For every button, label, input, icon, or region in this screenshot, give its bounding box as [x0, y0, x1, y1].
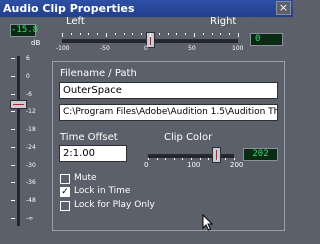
pan-tick-mark [62, 33, 63, 37]
pan-tick-mark [88, 33, 90, 35]
clip-color-tick-mark [208, 158, 210, 160]
pan-tick-mark [220, 33, 222, 35]
clip-color-tick-mark [173, 158, 175, 160]
pan-tick-label: -100 [56, 45, 70, 52]
pan-tick-mark [176, 33, 178, 35]
pan-tick-mark [70, 33, 72, 35]
filename-path-field[interactable]: C:\Program Files\Adobe\Audition 1.5\Audi… [59, 104, 278, 121]
pan-tick-mark [114, 33, 116, 35]
pan-tick-mark [167, 33, 169, 35]
volume-tick-mark [11, 182, 15, 184]
pan-right-label: Right [210, 16, 237, 27]
pan-tick-mark [202, 33, 204, 35]
pan-tick-label: -50 [100, 45, 110, 52]
pan-tick-mark [194, 33, 195, 37]
volume-tick-mark [11, 93, 15, 95]
volume-tick-label: -6 [26, 90, 32, 98]
volume-tick-label: -12 [26, 108, 36, 116]
pan-readout[interactable]: 0 [250, 33, 283, 46]
clip-color-tick-mark [225, 158, 227, 160]
clip-color-tick-mark [191, 158, 192, 160]
clip-color-label: Clip Color [164, 132, 213, 143]
clip-color-tick-mark [234, 158, 235, 160]
volume-tick-label: -18 [26, 126, 36, 134]
clip-color-tick-mark [182, 158, 184, 160]
volume-tick-label: 0 [26, 72, 30, 80]
clip-color-tick-mark [148, 158, 149, 160]
pan-tick-mark [132, 33, 134, 35]
pan-tick-mark [229, 33, 231, 35]
pan-tick-mark [211, 33, 213, 35]
clip-color-tick-mark [165, 158, 167, 160]
pan-tick-mark [79, 33, 81, 35]
clip-color-tick-label: 0 [144, 161, 149, 169]
clip-color-tick-mark [199, 158, 201, 160]
clip-color-slider-knob[interactable] [211, 147, 221, 163]
close-icon: × [278, 1, 289, 14]
pan-tick-mark [141, 33, 143, 35]
volume-fader-knob[interactable] [10, 99, 27, 109]
pan-tick-mark [238, 33, 239, 37]
volume-readout[interactable]: -15.8 [10, 24, 38, 37]
close-button[interactable]: × [276, 1, 291, 15]
volume-tick-label: -36 [26, 179, 36, 187]
clip-color-tick-mark [216, 158, 218, 160]
volume-knob-marker [13, 103, 24, 105]
volume-tick-mark [11, 164, 15, 166]
volume-tick-mark [11, 218, 15, 219]
lock-in-time-checkbox[interactable]: ✓ [60, 187, 70, 197]
volume-tick-mark [11, 200, 15, 202]
mute-checkbox[interactable] [60, 174, 70, 184]
pan-tick-mark [97, 33, 99, 35]
title-bar: Audio Clip Properties × [0, 0, 293, 17]
audio-clip-properties-window: Audio Clip Properties × -15.8 dB 6 0 -6 -12… [0, 0, 293, 244]
pan-tick-label: 50 [188, 45, 196, 52]
pan-tick-label: 0 [144, 45, 148, 52]
lock-for-play-only-label[interactable]: Lock for Play Only [74, 200, 155, 210]
time-offset-field[interactable]: 2:1.00 [59, 145, 127, 162]
clip-color-tick-label: 100 [187, 161, 201, 169]
volume-tick-label: 6 [26, 55, 30, 62]
pan-tick-mark [150, 33, 151, 37]
volume-tick-mark [11, 58, 15, 59]
lock-in-time-label[interactable]: Lock in Time [74, 186, 130, 196]
time-offset-label: Time Offset [60, 132, 118, 143]
clip-color-tick-label: 200 [230, 161, 244, 169]
window-title: Audio Clip Properties [3, 2, 135, 15]
pan-tick-mark [158, 33, 160, 35]
volume-tick-label: -30 [26, 161, 36, 169]
clip-color-readout[interactable]: 202 [243, 148, 278, 161]
volume-unit-label: dB [31, 39, 41, 47]
filename-name-field[interactable]: OuterSpace [59, 82, 278, 99]
pan-tick-mark [123, 33, 125, 35]
pan-tick-label: 100 [232, 45, 244, 52]
volume-tick-mark [11, 75, 15, 77]
clip-color-tick-mark [156, 158, 158, 160]
pan-tick-mark [106, 33, 107, 37]
filename-label: Filename / Path [60, 68, 137, 79]
volume-tick-mark [11, 129, 15, 131]
lock-for-play-only-checkbox[interactable] [60, 201, 70, 211]
volume-tick-mark [11, 146, 15, 148]
mute-label[interactable]: Mute [74, 173, 97, 183]
volume-fader-track[interactable] [17, 56, 20, 226]
pan-tick-mark [185, 33, 187, 35]
volume-tick-label: -48 [26, 197, 36, 205]
volume-tick-mark [11, 111, 15, 113]
pan-left-label: Left [66, 16, 85, 27]
volume-tick-label: -24 [26, 143, 36, 151]
mouse-cursor-icon [202, 214, 214, 231]
volume-tick-label: -∞ [26, 215, 34, 222]
